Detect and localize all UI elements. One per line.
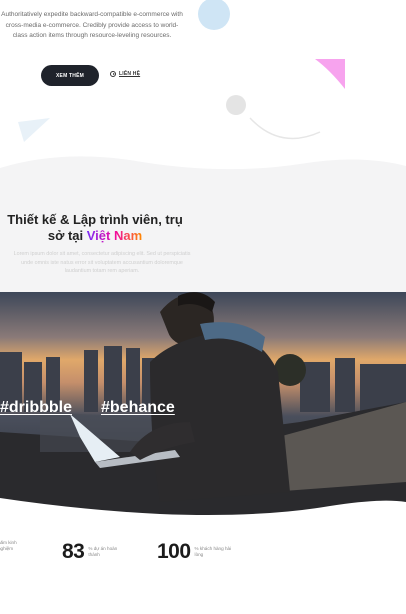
contact-link[interactable]: LIÊN HỆ	[110, 71, 140, 77]
stat-number: 83	[62, 540, 85, 563]
stat-label: % khách hàng hài lòng	[194, 546, 232, 557]
stat-projects: 83 % dự án hoàn thành	[62, 540, 124, 564]
about-title-accent: Việt Nam	[86, 228, 143, 243]
pink-square-deco	[315, 59, 345, 89]
stat-clients: 100 % khách hàng hài lòng	[157, 540, 237, 564]
stat-number: 100	[157, 540, 191, 563]
hero-description: Authoritatively expedite backward-compat…	[1, 11, 183, 39]
hashtag-dribbble[interactable]: #dribbble	[0, 399, 72, 417]
gray-dot-deco	[226, 95, 246, 115]
play-circle-icon	[110, 71, 116, 77]
stat-years: năm kinh nghiệm	[0, 540, 22, 552]
about-description: Lorem ipsum dolor sit amet, consectetur …	[13, 251, 191, 274]
page: Authoritatively expedite backward-compat…	[0, 0, 406, 614]
about-title: Thiết kế & Lập trình viên, trụ sở tại Vi…	[0, 212, 190, 244]
stat-label: năm kinh nghiệm	[0, 540, 17, 551]
hashtag-behance[interactable]: #behance	[101, 399, 175, 417]
blue-circle-deco	[198, 0, 230, 30]
contact-link-label: LIÊN HỆ	[119, 71, 141, 77]
blue-triangle-deco	[18, 118, 50, 142]
light-arc-deco	[249, 117, 321, 140]
more-button[interactable]: XEM THÊM	[41, 65, 99, 86]
stat-label: % dự án hoàn thành	[88, 546, 118, 557]
